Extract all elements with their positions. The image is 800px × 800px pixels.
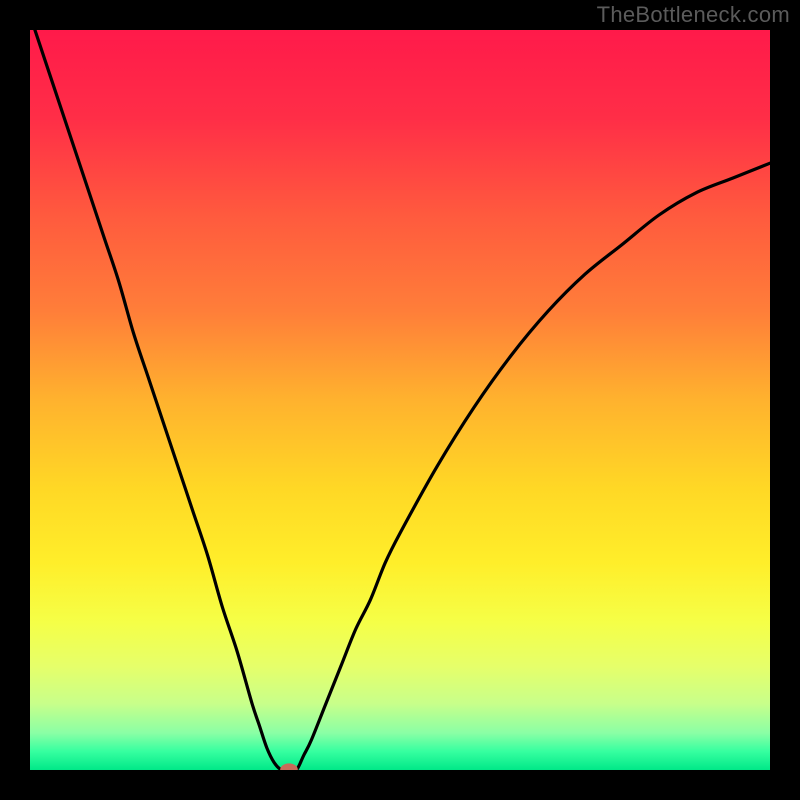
optimal-point-marker — [280, 763, 298, 776]
chart-stage: TheBottleneck.com — [0, 0, 800, 800]
plot-background — [30, 30, 770, 770]
bottleneck-chart — [0, 0, 800, 800]
